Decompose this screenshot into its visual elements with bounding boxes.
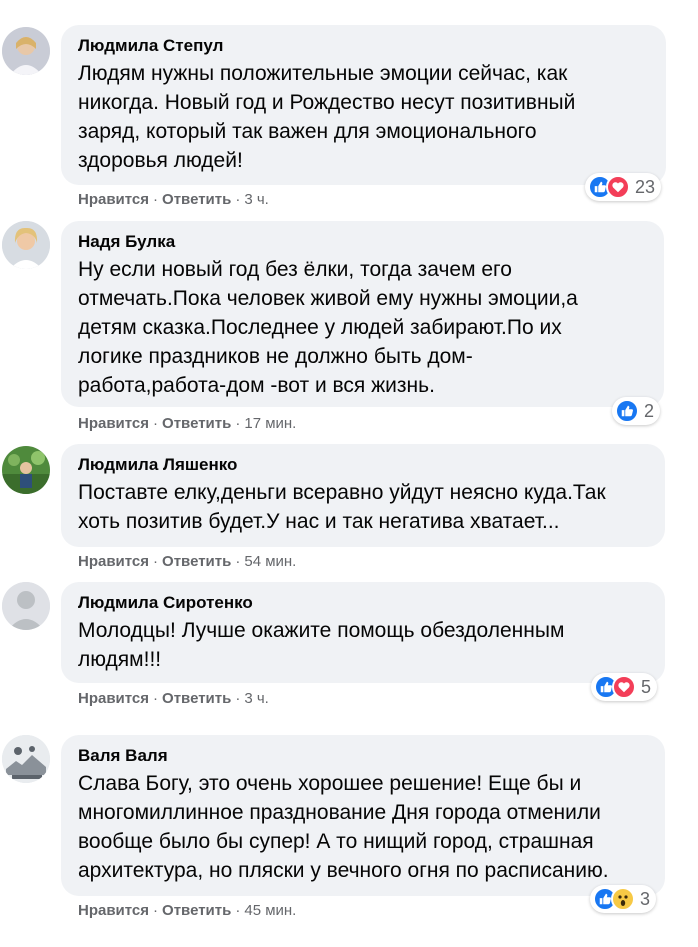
comment-time[interactable]: 54 мин.: [244, 553, 296, 570]
comment-time[interactable]: 3 ч.: [244, 690, 269, 707]
comment-text: Поставте елку,деньги всеравно уйдут неяс…: [78, 481, 606, 533]
comment-time[interactable]: 17 мин.: [244, 415, 296, 432]
separator-dot: ·: [235, 902, 241, 919]
like-button[interactable]: Нравится: [78, 902, 149, 919]
separator-dot: ·: [235, 553, 241, 570]
comment-author[interactable]: Людмила Сиротенко: [78, 592, 648, 614]
separator-dot: ·: [153, 690, 159, 707]
comment-bubble: Валя Валя Слава Богу, это очень хорошее …: [61, 735, 665, 896]
separator-dot: ·: [235, 415, 241, 432]
separator-dot: ·: [153, 415, 159, 432]
reactions-summary[interactable]: 23: [585, 173, 662, 201]
comment-bubble: Людмила Сиротенко Молодцы! Лучше окажите…: [61, 582, 665, 683]
like-button[interactable]: Нравится: [78, 690, 149, 707]
avatar[interactable]: [2, 446, 50, 494]
avatar[interactable]: [2, 27, 50, 75]
comment-bubble: Надя Булка Ну если новый год без ёлки, т…: [61, 221, 664, 407]
like-button[interactable]: Нравится: [78, 553, 149, 570]
comment-author[interactable]: Людмила Ляшенко: [78, 454, 648, 476]
like-button[interactable]: Нравится: [78, 191, 149, 208]
reaction-count: 5: [641, 676, 652, 697]
reactions-summary[interactable]: 5: [591, 673, 658, 701]
comment-author[interactable]: Людмила Степул: [78, 35, 649, 57]
separator-dot: ·: [153, 553, 159, 570]
reaction-count: 3: [640, 888, 651, 909]
comment-bubble: Людмила Ляшенко Поставте елку,деньги все…: [61, 444, 665, 547]
like-button[interactable]: Нравится: [78, 415, 149, 432]
separator-dot: ·: [235, 690, 241, 707]
comment-author[interactable]: Валя Валя: [78, 745, 648, 767]
comment-time[interactable]: 3 ч.: [244, 191, 269, 208]
comment-text: Ну если новый год без ёлки, тогда зачем …: [78, 258, 578, 397]
avatar[interactable]: [2, 735, 50, 783]
avatar[interactable]: [2, 582, 50, 630]
love-icon: [612, 675, 636, 699]
comment-actions: Нравится · Ответить · 17 мин.: [78, 414, 296, 434]
reactions-summary[interactable]: 2: [612, 397, 661, 425]
love-icon: [606, 175, 630, 199]
comment-actions: Нравится · Ответить · 3 ч.: [78, 190, 269, 210]
avatar[interactable]: [2, 221, 50, 269]
reaction-count: 2: [644, 400, 655, 421]
comment-time[interactable]: 45 мин.: [244, 902, 296, 919]
comment-actions: Нравится · Ответить · 45 мин.: [78, 901, 296, 921]
comment-actions: Нравится · Ответить · 54 мин.: [78, 552, 296, 572]
reactions-summary[interactable]: 3: [590, 885, 657, 913]
comment-bubble: Людмила Степул Людям нужны положительные…: [61, 25, 666, 185]
wow-icon: [611, 887, 635, 911]
reply-button[interactable]: Ответить: [162, 191, 231, 208]
comment-actions: Нравится · Ответить · 3 ч.: [78, 689, 269, 709]
comment-text: Слава Богу, это очень хорошее решение! Е…: [78, 772, 609, 882]
reply-button[interactable]: Ответить: [162, 902, 231, 919]
reply-button[interactable]: Ответить: [162, 690, 231, 707]
comment-author[interactable]: Надя Булка: [78, 231, 647, 253]
separator-dot: ·: [235, 191, 241, 208]
comment-text: Молодцы! Лучше окажите помощь обездоленн…: [78, 619, 565, 671]
like-icon: [615, 399, 639, 423]
reaction-count: 23: [635, 176, 656, 197]
comment-text: Людям нужны положительные эмоции сейчас,…: [78, 62, 576, 172]
separator-dot: ·: [153, 191, 159, 208]
reply-button[interactable]: Ответить: [162, 415, 231, 432]
separator-dot: ·: [153, 902, 159, 919]
reply-button[interactable]: Ответить: [162, 553, 231, 570]
